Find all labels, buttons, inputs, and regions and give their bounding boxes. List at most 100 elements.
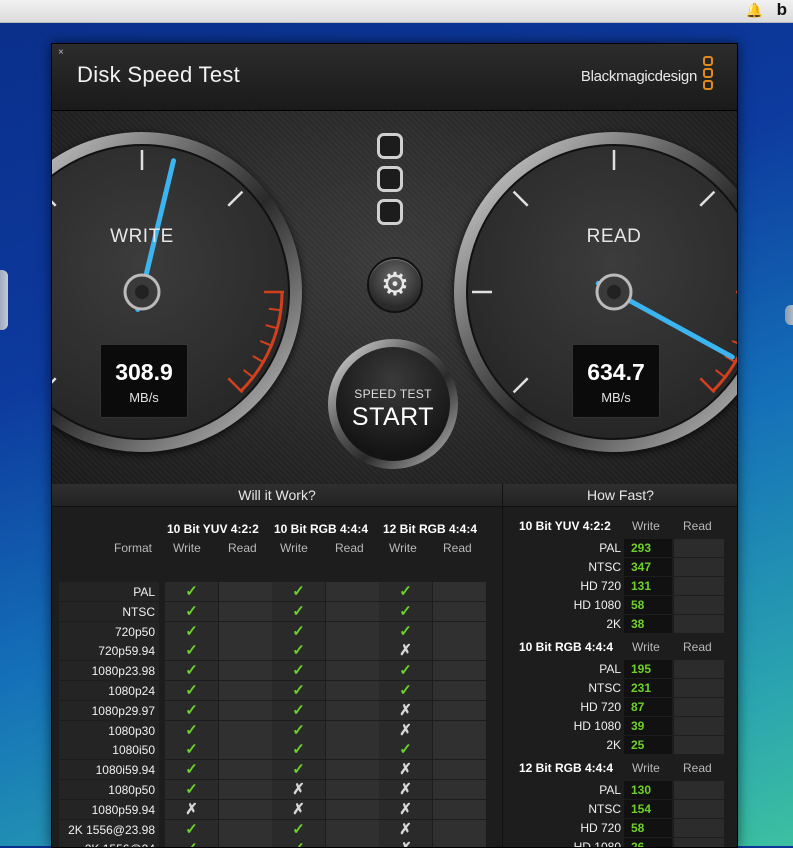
list-item: NTSC231 [503, 679, 738, 698]
read-cell [326, 721, 379, 740]
check-icon: ✓ [165, 681, 218, 700]
cross-icon: ✗ [272, 780, 325, 799]
status-indicator-icon [377, 133, 409, 232]
group-header: 10 Bit RGB 4:4:4 [519, 640, 613, 654]
check-icon: ✓ [272, 839, 325, 848]
check-icon: ✓ [165, 760, 218, 779]
redline-tick [269, 309, 281, 311]
will-it-work-header: Will it Work? [52, 484, 502, 507]
fps-value: 347 [624, 558, 672, 576]
check-icon: ✓ [272, 820, 325, 839]
fps-value: 25 [624, 736, 672, 754]
read-column-header: Read [335, 541, 364, 555]
settings-button[interactable]: ⚙ [367, 257, 423, 313]
needle-hub-center [135, 285, 149, 299]
write-column-header: Write [632, 761, 660, 775]
format-label: HD 720 [543, 819, 621, 838]
cross-icon: ✗ [379, 721, 432, 740]
group-header: 12 Bit RGB 4:4:4 [383, 522, 477, 536]
read-gauge-label: READ [454, 226, 738, 248]
fps-value: 154 [624, 800, 672, 818]
bell-icon[interactable]: 🔔 [746, 2, 763, 19]
needle-hub-center [607, 285, 621, 299]
read-cell [219, 582, 272, 601]
check-icon: ✓ [272, 721, 325, 740]
fps-value: 38 [624, 615, 672, 633]
format-label: 720p50 [59, 622, 159, 641]
cross-icon: ✗ [379, 820, 432, 839]
format-label: HD 720 [543, 698, 621, 717]
read-cell [433, 681, 486, 700]
cross-icon: ✗ [379, 701, 432, 720]
format-label: 1080p24 [59, 681, 159, 700]
group-header: 10 Bit YUV 4:2:2 [519, 519, 611, 533]
cross-icon: ✗ [379, 641, 432, 660]
check-icon: ✓ [379, 661, 432, 680]
redline-tick [266, 325, 278, 328]
list-item: 2K25 [503, 736, 738, 755]
read-cell [674, 819, 724, 837]
read-cell [433, 780, 486, 799]
read-cell [219, 740, 272, 759]
list-item: 2K38 [503, 615, 738, 634]
format-label: HD 1080 [543, 717, 621, 736]
list-item: HD 72087 [503, 698, 738, 717]
read-cell [326, 780, 379, 799]
read-cell [219, 800, 272, 819]
read-cell [433, 701, 486, 720]
read-cell [219, 661, 272, 680]
group-header: 10 Bit YUV 4:2:2 [167, 522, 259, 536]
read-cell [326, 602, 379, 621]
read-cell [219, 839, 272, 848]
cross-icon: ✗ [165, 800, 218, 819]
group-header: 10 Bit RGB 4:4:4 [274, 522, 368, 536]
fps-value: 130 [624, 781, 672, 799]
how-fast-header: How Fast? [502, 484, 738, 507]
b-app-icon[interactable]: b [777, 0, 787, 20]
gauge-panel: WRITE 308.9 MB/s ⚙ SPEED TEST START READ… [52, 111, 737, 484]
read-cell [433, 760, 486, 779]
check-icon: ✓ [165, 820, 218, 839]
list-item: HD 72058 [503, 819, 738, 838]
fps-value: 87 [624, 698, 672, 716]
fps-value: 195 [624, 660, 672, 678]
read-cell [326, 820, 379, 839]
group-header: 12 Bit RGB 4:4:4 [519, 761, 613, 775]
redline-tick [253, 356, 263, 362]
cross-icon: ✗ [272, 800, 325, 819]
write-gauge-label: WRITE [51, 226, 302, 248]
dial-tick [514, 378, 528, 392]
read-cell [674, 660, 724, 678]
close-icon[interactable]: × [58, 48, 68, 58]
check-icon: ✓ [165, 622, 218, 641]
check-icon: ✓ [165, 602, 218, 621]
read-cell [326, 701, 379, 720]
menu-bar: 🔔 b [0, 0, 793, 23]
read-speed-unit: MB/s [573, 390, 659, 405]
start-button-caption: SPEED TEST [336, 387, 450, 401]
read-cell [326, 740, 379, 759]
format-label: NTSC [543, 558, 621, 577]
read-cell [219, 820, 272, 839]
start-button[interactable]: SPEED TEST START [328, 339, 458, 469]
redline-tick [244, 370, 254, 377]
check-icon: ✓ [379, 740, 432, 759]
read-cell [326, 622, 379, 641]
fps-value: 58 [624, 596, 672, 614]
format-label: HD 1080 [543, 838, 621, 848]
results-panel: Will it Work? How Fast? 10 Bit YUV 4:2:2… [52, 484, 737, 847]
format-label: 1080p29.97 [59, 701, 159, 720]
list-item: NTSC347 [503, 558, 738, 577]
redline-tick [260, 341, 271, 346]
background-gauge-edge [0, 270, 8, 330]
read-cell [326, 681, 379, 700]
check-icon: ✓ [379, 681, 432, 700]
cross-icon: ✗ [379, 800, 432, 819]
read-cell [433, 641, 486, 660]
read-cell [674, 577, 724, 595]
read-speed-value: 634.7 [573, 359, 659, 386]
check-icon: ✓ [165, 721, 218, 740]
list-item: HD 108026 [503, 838, 738, 848]
read-column-header: Read [228, 541, 257, 555]
check-icon: ✓ [165, 780, 218, 799]
